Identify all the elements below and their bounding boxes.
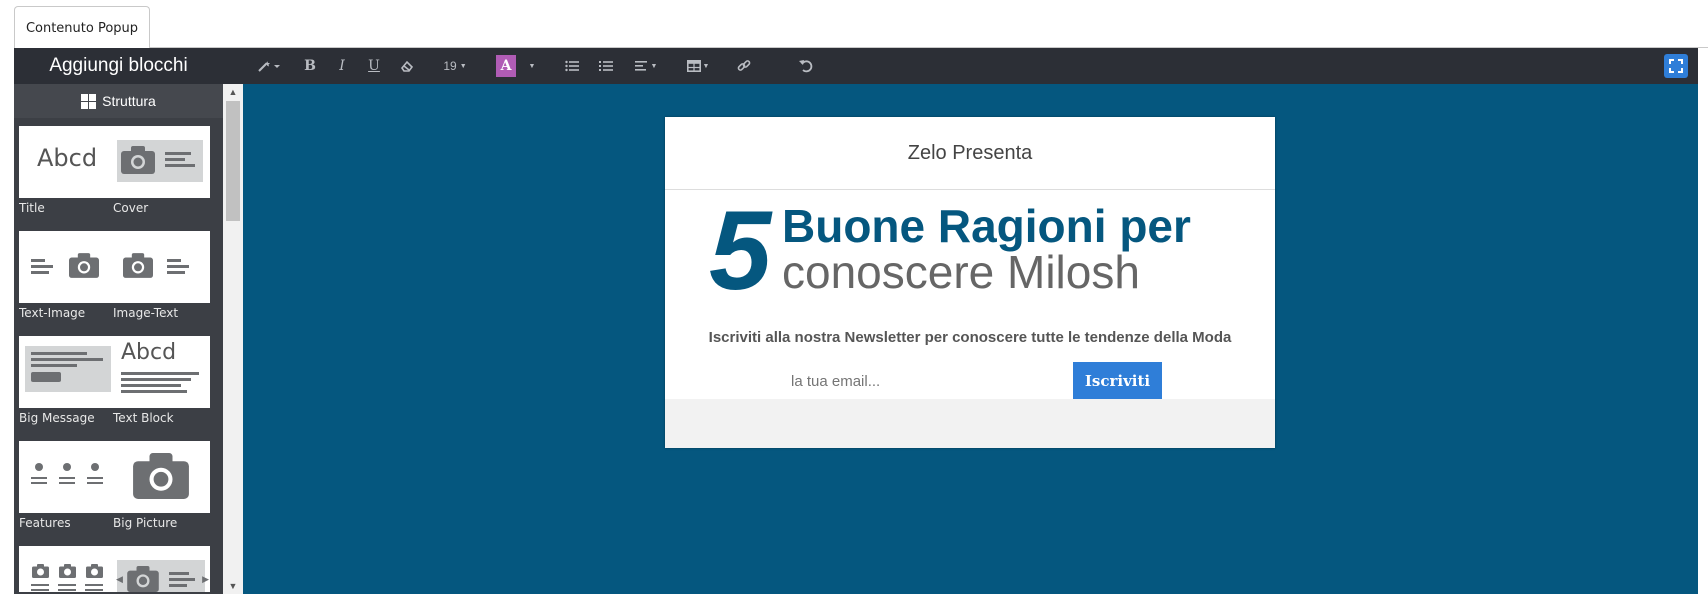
undo-icon bbox=[799, 60, 813, 73]
numbered-list-icon bbox=[599, 61, 613, 71]
caret-down-icon: ▼ bbox=[702, 62, 710, 70]
caret-down-icon: ▼ bbox=[459, 62, 467, 70]
popup-footer bbox=[665, 399, 1275, 448]
fullscreen-button[interactable] bbox=[1664, 54, 1688, 78]
link-button[interactable] bbox=[731, 48, 757, 84]
headline-number[interactable]: 5 bbox=[709, 195, 771, 307]
undo-button[interactable] bbox=[791, 48, 821, 84]
block-text-image[interactable]: Text-Image bbox=[19, 231, 116, 320]
fullscreen-icon bbox=[1669, 59, 1683, 73]
italic-icon: I bbox=[339, 58, 345, 74]
block-label: Big Picture bbox=[113, 516, 178, 530]
underline-icon: U bbox=[368, 58, 380, 74]
bullet-list-icon bbox=[565, 60, 579, 72]
sidebar-title: Aggiungi blocchi bbox=[14, 48, 243, 84]
block-slider[interactable]: ◀ ▶ bbox=[113, 546, 210, 592]
block-label: Features bbox=[19, 516, 71, 530]
caret-down-icon: ▼ bbox=[650, 62, 658, 70]
block-image-text[interactable]: Image-Text bbox=[113, 231, 210, 320]
popup-preview: Zelo Presenta 5 Buone Ragioni per conosc… bbox=[665, 117, 1275, 448]
caret-down-icon: ▼ bbox=[528, 62, 536, 70]
clear-format-button[interactable] bbox=[393, 48, 421, 84]
magic-style-button[interactable] bbox=[253, 48, 287, 84]
underline-button[interactable]: U bbox=[361, 48, 387, 84]
block-thumbnail: Abcd bbox=[113, 336, 210, 408]
block-label: Text Block bbox=[113, 411, 174, 425]
block-text-block[interactable]: Abcd Text Block bbox=[113, 336, 210, 425]
grid-icon bbox=[81, 93, 97, 109]
block-label: Big Message bbox=[19, 411, 95, 425]
headline-line-2[interactable]: conoscere Milosh bbox=[782, 249, 1140, 295]
block-thumbnail bbox=[113, 231, 210, 303]
table-dropdown[interactable]: ▼ bbox=[681, 48, 715, 84]
tab-contenuto-popup[interactable]: Contenuto Popup bbox=[14, 6, 150, 49]
table-icon bbox=[686, 60, 701, 72]
section-struttura[interactable]: Struttura bbox=[14, 84, 223, 118]
block-three-images[interactable] bbox=[19, 546, 116, 592]
magic-wand-icon bbox=[258, 61, 280, 72]
color-dropdown-button[interactable]: ▼ bbox=[522, 48, 542, 84]
chevron-right-icon: ▶ bbox=[202, 574, 209, 584]
camera-icon bbox=[86, 564, 103, 578]
italic-button[interactable]: I bbox=[329, 48, 355, 84]
block-big-message[interactable]: Big Message bbox=[19, 336, 116, 425]
subscribe-button[interactable]: Iscriviti bbox=[1073, 362, 1162, 400]
block-label: Image-Text bbox=[113, 306, 179, 320]
camera-icon bbox=[32, 564, 49, 578]
camera-icon bbox=[121, 146, 155, 174]
eraser-icon bbox=[401, 60, 414, 72]
color-letter-icon: A bbox=[500, 58, 512, 74]
camera-icon bbox=[127, 566, 159, 592]
headline-line-1[interactable]: Buone Ragioni per bbox=[782, 203, 1191, 249]
abcd-text-icon: Abcd bbox=[121, 340, 177, 365]
popup-title[interactable]: Zelo Presenta bbox=[665, 117, 1275, 190]
camera-icon bbox=[123, 253, 153, 278]
camera-icon bbox=[69, 253, 99, 278]
block-cover[interactable]: Cover bbox=[113, 126, 210, 215]
abcd-text-icon: Abcd bbox=[37, 144, 98, 172]
block-label: Title bbox=[19, 201, 45, 215]
block-thumbnail bbox=[113, 441, 210, 513]
newsletter-subtext[interactable]: Iscriviti alla nostra Newsletter per con… bbox=[665, 329, 1275, 346]
section-label: Struttura bbox=[102, 93, 156, 109]
font-size-value: 19 bbox=[443, 59, 457, 73]
block-label: Cover bbox=[113, 201, 149, 215]
sidebar-scrollbar[interactable]: ▲ ▼ bbox=[223, 84, 243, 594]
block-title[interactable]: Abcd Title bbox=[19, 126, 116, 215]
camera-icon bbox=[133, 453, 189, 499]
scroll-up-arrow-icon[interactable]: ▲ bbox=[223, 84, 243, 100]
text-color-button[interactable]: A bbox=[494, 48, 518, 84]
bullet-list-button[interactable] bbox=[559, 48, 585, 84]
block-features[interactable]: Features bbox=[19, 441, 116, 530]
chevron-left-icon: ◀ bbox=[116, 574, 123, 584]
toolbar-right bbox=[923, 48, 1698, 84]
block-thumbnail bbox=[19, 231, 116, 303]
block-thumbnail bbox=[19, 546, 116, 592]
bold-button[interactable]: B bbox=[297, 48, 323, 84]
block-thumbnail: ◀ ▶ bbox=[113, 546, 210, 592]
email-field[interactable] bbox=[779, 364, 1072, 400]
scroll-thumb[interactable] bbox=[226, 101, 240, 221]
page-builder: Aggiungi blocchi Struttura Abcd Title Co… bbox=[14, 48, 1698, 594]
tab-bar: Contenuto Popup bbox=[0, 0, 1708, 49]
link-icon bbox=[737, 60, 751, 71]
bold-icon: B bbox=[304, 58, 316, 74]
block-label: Text-Image bbox=[19, 306, 86, 320]
color-swatch: A bbox=[496, 55, 516, 77]
block-thumbnail bbox=[19, 441, 116, 513]
camera-icon bbox=[59, 564, 76, 578]
editor-toolbar: B I U 19 ▼ A ▼ ▼ ▼ bbox=[243, 48, 923, 84]
block-thumbnail bbox=[113, 126, 210, 198]
blocks-sidebar: Aggiungi blocchi Struttura Abcd Title Co… bbox=[14, 48, 243, 594]
scroll-down-arrow-icon[interactable]: ▼ bbox=[223, 578, 243, 594]
block-big-picture[interactable]: Big Picture bbox=[113, 441, 210, 530]
numbered-list-button[interactable] bbox=[593, 48, 619, 84]
blocks-list: Abcd Title Cover Text-Image Image-Text B… bbox=[19, 126, 219, 592]
font-size-dropdown[interactable]: 19 ▼ bbox=[433, 48, 477, 84]
align-dropdown[interactable]: ▼ bbox=[629, 48, 663, 84]
block-thumbnail bbox=[19, 336, 116, 408]
align-left-icon bbox=[634, 61, 647, 71]
block-thumbnail: Abcd bbox=[19, 126, 116, 198]
